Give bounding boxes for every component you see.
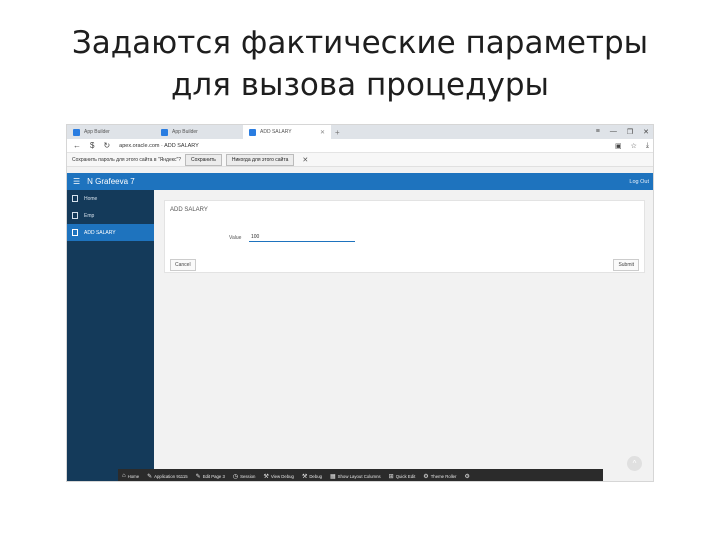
- devbar-label: Session: [240, 473, 256, 479]
- browser-tab-label: App Builder: [84, 129, 110, 135]
- cancel-button[interactable]: Cancel: [170, 259, 196, 271]
- reload-icon[interactable]: ↻: [103, 141, 110, 150]
- quick-edit-icon: ⊞: [388, 473, 394, 480]
- sidebar-item-label: ADD SALARY: [84, 229, 116, 236]
- edit-icon: ✎: [195, 473, 201, 480]
- page-icon: [72, 195, 78, 202]
- clock-icon: ◷: [232, 473, 239, 480]
- devbar-view-debug[interactable]: ⚒ View Debug: [263, 473, 293, 480]
- close-password-bar-icon[interactable]: ✕: [302, 156, 308, 164]
- slide: Задаются фактические параметры для вызов…: [0, 0, 720, 540]
- close-tab-icon[interactable]: ✕: [320, 129, 325, 136]
- browser-tab-2[interactable]: App Builder: [155, 125, 243, 139]
- bookmark-star-icon[interactable]: ☆: [631, 142, 637, 150]
- value-input[interactable]: [249, 233, 355, 242]
- devbar-edit-page[interactable]: ✎ Edit Page 3: [196, 473, 225, 480]
- browser-screenshot: App Builder App Builder ADD SALARY ✕ + ≡…: [66, 124, 654, 482]
- browser-tab-1[interactable]: App Builder: [67, 125, 155, 139]
- sidebar-nav: Home Emp ADD SALARY: [67, 190, 154, 481]
- main-content: ADD SALARY Value Cancel Submit ^: [154, 190, 653, 481]
- tools-icon: ⚒: [301, 473, 308, 480]
- download-icon[interactable]: ⤓: [646, 142, 649, 150]
- app-name[interactable]: N Grafeeva 7: [87, 177, 135, 186]
- devbar-home[interactable]: ⌂ Home: [122, 473, 139, 479]
- devbar-debug[interactable]: ⚒ Debug: [302, 473, 322, 480]
- region-title: ADD SALARY: [170, 207, 208, 213]
- sidebar-item-label: Emp: [84, 212, 95, 219]
- devbar-label: Quick Edit: [395, 473, 416, 479]
- window-controls: ≡ — ❐ ✕: [596, 128, 653, 136]
- devbar-label: Application 91115: [154, 473, 188, 479]
- devbar-label: Theme Roller: [430, 473, 457, 479]
- menu-hamburger-icon[interactable]: ☰: [73, 177, 80, 186]
- gear-icon: ⚙: [423, 473, 429, 480]
- devbar-label: Home: [127, 473, 140, 479]
- devbar-label: Debug: [309, 473, 322, 479]
- scroll-to-top-icon[interactable]: ^: [627, 456, 642, 471]
- value-label: Value: [229, 235, 242, 241]
- url-field[interactable]: apex.oracle.com · ADD SALARY: [119, 143, 606, 149]
- page-icon: [72, 212, 78, 219]
- address-bar-actions: ▣ ☆ ⤓: [615, 142, 649, 150]
- slide-title: Задаются фактические параметры для вызов…: [0, 22, 720, 106]
- reader-icon[interactable]: ▣: [615, 142, 622, 150]
- app-favicon-icon: [249, 128, 256, 136]
- browser-tab-label: ADD SALARY: [260, 129, 292, 135]
- devbar-label: View Debug: [270, 473, 294, 479]
- devbar-quick-edit[interactable]: ⊞ Quick Edit: [389, 473, 416, 480]
- logout-link[interactable]: Log Out: [629, 179, 649, 185]
- minimize-icon[interactable]: —: [610, 128, 617, 136]
- gear-icon: ⚙: [464, 473, 470, 480]
- save-password-message: Сохранить пароль для этого сайта в "Янде…: [72, 156, 182, 163]
- devbar-settings[interactable]: ⚙: [464, 473, 469, 480]
- browser-menu-icon[interactable]: ≡: [596, 128, 600, 136]
- developer-toolbar: ⌂ Home ✎ Application 91115 ✎ Edit Page 3…: [118, 469, 603, 481]
- browser-tab-strip: App Builder App Builder ADD SALARY ✕ + ≡…: [67, 125, 653, 139]
- address-bar: ← $ ↻ apex.oracle.com · ADD SALARY ▣ ☆ ⤓: [67, 139, 653, 153]
- app-favicon-icon: [161, 128, 168, 136]
- sidebar-item-home[interactable]: Home: [67, 190, 154, 207]
- close-window-icon[interactable]: ✕: [643, 128, 649, 136]
- save-password-button[interactable]: Сохранить: [185, 153, 222, 166]
- add-salary-region: ADD SALARY Value Cancel Submit: [164, 200, 645, 273]
- devbar-session[interactable]: ◷ Session: [233, 473, 256, 480]
- edit-icon: ✎: [147, 473, 153, 480]
- sidebar-item-add-salary[interactable]: ADD SALARY: [67, 224, 154, 241]
- home-icon: ⌂: [122, 473, 126, 479]
- app-favicon-icon: [73, 128, 80, 136]
- browser-tab-label: App Builder: [172, 129, 198, 135]
- devbar-application[interactable]: ✎ Application 91115: [147, 473, 188, 480]
- slide-title-line-1: Задаются фактические параметры: [71, 25, 649, 61]
- devbar-label: Show Layout Columns: [337, 473, 381, 479]
- tools-icon: ⚒: [263, 473, 269, 480]
- devbar-theme-roller[interactable]: ⚙ Theme Roller: [423, 473, 456, 480]
- browser-tab-3-active[interactable]: ADD SALARY ✕: [243, 125, 331, 139]
- new-tab-button[interactable]: +: [331, 128, 344, 137]
- submit-button[interactable]: Submit: [613, 259, 639, 271]
- maximize-icon[interactable]: ❐: [627, 128, 633, 136]
- never-save-button[interactable]: Никогда для этого сайта: [225, 153, 295, 166]
- save-password-bar: Сохранить пароль для этого сайта в "Янде…: [67, 153, 653, 167]
- sidebar-item-label: Home: [84, 195, 98, 202]
- grid-icon: ▦: [330, 473, 336, 480]
- devbar-label: Edit Page 3: [202, 473, 225, 479]
- app-header: ☰ N Grafeeva 7 Log Out: [67, 173, 653, 190]
- slide-title-line-2: для вызова процедуры: [170, 67, 550, 103]
- devbar-show-layout-columns[interactable]: ▦ Show Layout Columns: [330, 473, 381, 480]
- sidebar-item-emp[interactable]: Emp: [67, 207, 154, 224]
- page-icon: [72, 229, 78, 236]
- back-arrow-icon[interactable]: ←: [73, 141, 81, 150]
- forward-icon[interactable]: $: [90, 141, 94, 150]
